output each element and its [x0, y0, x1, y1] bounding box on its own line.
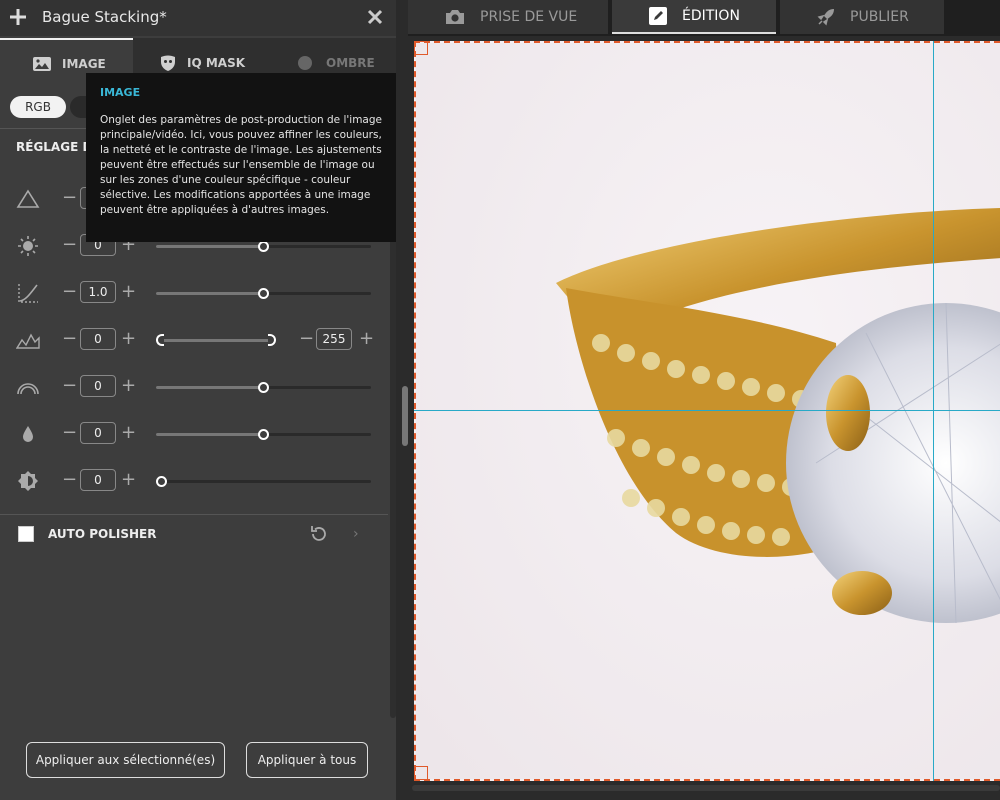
title-bar: Bague Stacking*	[0, 0, 400, 36]
shadow-icon	[298, 56, 312, 70]
levels-icon	[16, 189, 40, 208]
section-title: RÉGLAGE D'	[16, 140, 97, 154]
crop-corner-handle[interactable]	[414, 766, 428, 780]
app: Bague Stacking* IMAGE IQ MASK OMBRE RGB …	[0, 0, 1000, 800]
decrement-button[interactable]: −	[62, 423, 77, 443]
drop-icon	[23, 426, 33, 442]
range-slider-track[interactable]	[156, 334, 276, 346]
plus-icon[interactable]	[8, 7, 28, 27]
decrement-button[interactable]: −	[62, 376, 77, 396]
brightness-icon	[18, 236, 38, 256]
increment-button[interactable]: +	[121, 470, 136, 490]
tab-iq-mask-label: IQ MASK	[187, 56, 246, 70]
slider-track[interactable]	[156, 382, 371, 393]
tab-prise-de-vue[interactable]: PRISE DE VUE	[408, 0, 608, 34]
image-canvas[interactable]	[414, 41, 1000, 781]
increment-max-button[interactable]: +	[359, 329, 374, 349]
decrement-button[interactable]: −	[62, 470, 77, 490]
increment-button[interactable]: +	[121, 329, 136, 349]
increment-button[interactable]: +	[121, 423, 136, 443]
decrement-max-button[interactable]: −	[299, 329, 314, 349]
horizontal-guide-line[interactable]	[414, 410, 1000, 411]
close-icon[interactable]	[366, 8, 384, 26]
vertical-guide-line[interactable]	[933, 41, 934, 781]
slider-track[interactable]	[156, 288, 371, 299]
crop-corner-handle[interactable]	[414, 41, 428, 55]
adjustment-row-drop: − 0 +	[0, 419, 388, 449]
slider-knob[interactable]	[258, 382, 269, 393]
left-panel: Bague Stacking* IMAGE IQ MASK OMBRE RGB …	[0, 0, 400, 800]
tab-edition-label: ÉDITION	[682, 8, 740, 24]
ring-image	[416, 43, 1000, 779]
increment-button[interactable]: +	[121, 376, 136, 396]
value-field[interactable]: 0	[80, 469, 116, 491]
slider-knob[interactable]	[258, 288, 269, 299]
decrement-button[interactable]: −	[62, 329, 77, 349]
value-field[interactable]: 0	[80, 422, 116, 444]
divider	[0, 514, 388, 515]
increment-button[interactable]: +	[121, 282, 136, 302]
camera-icon	[446, 10, 464, 24]
adjustment-row-contrast: − 0 +	[0, 466, 388, 496]
value-field[interactable]: 1.0	[80, 281, 116, 303]
range-min-handle[interactable]	[156, 334, 164, 346]
slider-track[interactable]	[156, 429, 371, 440]
tab-prise-de-vue-label: PRISE DE VUE	[480, 9, 578, 25]
adjustment-row-saturation: − 0 +	[0, 372, 388, 402]
tooltip: IMAGE Onglet des paramètres de post-prod…	[86, 73, 396, 242]
decrement-button[interactable]: −	[62, 188, 77, 208]
saturation-icon	[17, 383, 39, 395]
tab-publier[interactable]: PUBLIER	[780, 0, 944, 34]
adjustment-row-gamma: − 1.0 +	[0, 278, 388, 308]
document-title: Bague Stacking*	[42, 8, 167, 26]
decrement-button[interactable]: −	[62, 235, 77, 255]
rocket-icon	[817, 9, 834, 26]
adjustment-row-histogram: − 0 + − 255 +	[0, 325, 388, 355]
slider-track[interactable]	[156, 476, 371, 487]
curve-icon	[18, 284, 38, 303]
auto-polisher-label: AUTO POLISHER	[48, 527, 157, 541]
value-field[interactable]: 0	[80, 375, 116, 397]
horizontal-scrollbar[interactable]	[412, 785, 1000, 791]
decrement-button[interactable]: −	[62, 282, 77, 302]
range-max-handle[interactable]	[268, 334, 276, 346]
slider-knob[interactable]	[156, 476, 167, 487]
slider-track[interactable]	[156, 241, 371, 252]
apply-all-button[interactable]: Appliquer à tous	[246, 742, 368, 778]
slider-knob[interactable]	[258, 429, 269, 440]
chevron-right-icon[interactable]: ›	[353, 526, 359, 542]
slider-knob[interactable]	[258, 241, 269, 252]
edit-icon	[649, 7, 667, 25]
tab-ombre-label: OMBRE	[326, 56, 375, 70]
apply-selected-button[interactable]: Appliquer aux sélectionné(es)	[26, 742, 225, 778]
tooltip-body: Onglet des paramètres de post-production…	[100, 114, 382, 216]
tooltip-title: IMAGE	[100, 86, 141, 99]
tab-edition[interactable]: ÉDITION	[612, 0, 776, 34]
value-field[interactable]: 0	[80, 328, 116, 350]
mask-icon	[161, 55, 175, 71]
tab-publier-label: PUBLIER	[850, 9, 909, 25]
contrast-icon	[18, 471, 38, 491]
panel-resize-handle[interactable]	[402, 386, 408, 446]
tab-image-label: IMAGE	[62, 57, 106, 71]
reset-icon[interactable]	[308, 524, 330, 544]
max-value-field[interactable]: 255	[316, 328, 352, 350]
image-icon	[33, 57, 51, 71]
rgb-mode-pill[interactable]: RGB	[10, 96, 66, 118]
auto-polisher-checkbox[interactable]	[18, 526, 34, 542]
histogram-icon	[16, 333, 40, 349]
